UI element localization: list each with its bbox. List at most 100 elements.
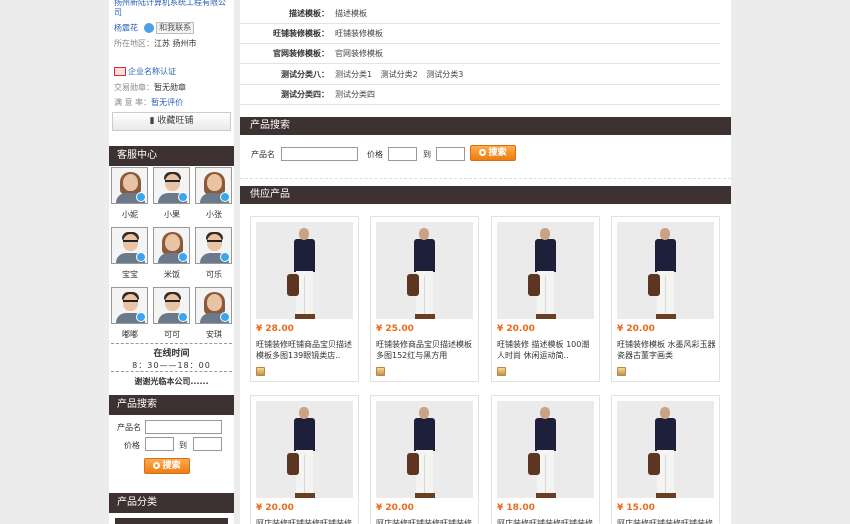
glasses-shape: [123, 300, 138, 304]
product-card[interactable]: ¥ 20.00 旺铺装修模板 水墨风彩玉器瓷器古董字画类: [611, 216, 720, 382]
attribute-value[interactable]: 描述模板: [335, 4, 367, 24]
chat-bubble-icon[interactable]: [178, 312, 188, 322]
agent-avatar[interactable]: [153, 167, 190, 204]
glasses-shape: [123, 240, 138, 244]
region-row: 所在地区：江苏 扬州市: [114, 38, 197, 49]
attribute-row: 旺铺装修模板： 旺铺装修模板: [240, 24, 720, 44]
left-price-min-input[interactable]: [145, 437, 174, 451]
agent-card[interactable]: 可可: [153, 287, 191, 342]
attribute-row: 测试分类四： 测试分类四: [240, 85, 720, 105]
product-card[interactable]: ¥ 18.00 阿店装修旺铺装修旺铺装修: [491, 395, 600, 524]
product-card[interactable]: ¥ 25.00 旺铺装修商品宝贝描述模板多图152红与黑方用: [370, 216, 479, 382]
agent-avatar[interactable]: [111, 167, 148, 204]
agent-card[interactable]: 可乐: [195, 227, 233, 282]
trade-label: 交易勋章：: [114, 83, 154, 92]
online-time-value: 8：30——18：00: [132, 361, 211, 370]
trust-badge-icon: [376, 367, 385, 376]
product-card[interactable]: ¥ 15.00 阿店装修旺铺装修旺铺装修: [611, 395, 720, 524]
product-image[interactable]: [256, 222, 353, 319]
right-product-name-input[interactable]: [281, 147, 358, 161]
product-title-link[interactable]: 阿店装修旺铺装修旺铺装修: [617, 518, 716, 524]
product-category-title: 产品分类: [117, 497, 157, 508]
attribute-key: 官网装修模板：: [273, 49, 329, 58]
product-title-link[interactable]: 阿店装修旺铺装修旺铺装修: [256, 518, 355, 524]
chat-bubble-icon[interactable]: [220, 192, 230, 202]
agent-avatar[interactable]: [195, 167, 232, 204]
bag-shape: [287, 274, 299, 296]
agent-avatar[interactable]: [153, 287, 190, 324]
agent-avatar[interactable]: [111, 287, 148, 324]
pants-gap-shape: [665, 276, 666, 315]
face-shape: [123, 174, 138, 191]
agent-avatar[interactable]: [111, 227, 148, 264]
product-title-link[interactable]: 阿店装修旺铺装修旺铺装修: [376, 518, 475, 524]
attribute-key: 旺铺装修模板：: [273, 29, 329, 38]
right-price-min-input[interactable]: [388, 147, 417, 161]
product-image[interactable]: [497, 401, 594, 498]
agent-card[interactable]: 小张: [195, 167, 233, 222]
cert-row[interactable]: 企业名称认证: [114, 66, 176, 77]
search-icon: [479, 149, 487, 156]
agent-card[interactable]: 小妮: [111, 167, 149, 222]
chat-bubble-icon[interactable]: [178, 252, 188, 262]
product-title-link[interactable]: 旺铺装修 描述模板 100潮人时尚 休闲运动简..: [497, 339, 596, 361]
agent-card[interactable]: 米饭: [153, 227, 191, 282]
chat-bubble-icon[interactable]: [136, 312, 146, 322]
product-image[interactable]: [256, 401, 353, 498]
agent-card[interactable]: 宝宝: [111, 227, 149, 282]
left-product-name-input[interactable]: [145, 420, 222, 434]
pants-gap-shape: [665, 455, 666, 494]
agent-card[interactable]: 安琪: [195, 287, 233, 342]
bag-shape: [287, 453, 299, 475]
product-card[interactable]: ¥ 20.00 阿店装修旺铺装修旺铺装修: [370, 395, 479, 524]
pants-gap-shape: [545, 276, 546, 315]
favorite-shop-button[interactable]: ▮ 收藏旺铺: [112, 112, 231, 131]
attribute-value[interactable]: 官网装修模板: [335, 44, 383, 64]
product-card[interactable]: ¥ 20.00 旺铺装修 描述模板 100潮人时尚 休闲运动简..: [491, 216, 600, 382]
attribute-value[interactable]: 测试分类1 测试分类2 测试分类3: [335, 65, 463, 85]
product-title-link[interactable]: 旺铺装修旺铺商品宝贝描述模板多图139眼镜类店..: [256, 339, 355, 361]
agent-name: 小张: [206, 210, 222, 219]
agent-card[interactable]: 嘟嘟: [111, 287, 149, 342]
product-image[interactable]: [497, 222, 594, 319]
product-card[interactable]: ¥ 20.00 阿店装修旺铺装修旺铺装修: [250, 395, 359, 524]
chat-bubble-icon[interactable]: [220, 312, 230, 322]
right-search-button[interactable]: 搜索: [470, 145, 516, 161]
agent-avatar[interactable]: [153, 227, 190, 264]
bookmark-icon: ▮: [149, 116, 155, 126]
chat-bubble-icon[interactable]: [220, 252, 230, 262]
product-card[interactable]: ¥ 28.00 旺铺装修旺铺商品宝贝描述模板多图139眼镜类店..: [250, 216, 359, 382]
category-item[interactable]: [115, 518, 228, 524]
chat-bubble-icon[interactable]: [136, 192, 146, 202]
chat-bubble-icon[interactable]: [136, 252, 146, 262]
left-price-max-input[interactable]: [193, 437, 222, 451]
chat-icon[interactable]: [143, 23, 154, 33]
right-price-max-input[interactable]: [436, 147, 465, 161]
agent-avatar[interactable]: [195, 287, 232, 324]
thanks-text: 谢谢光临本公司......: [134, 377, 209, 386]
contact-me-button[interactable]: 和我联系: [156, 22, 195, 34]
product-title-link[interactable]: 阿店装修旺铺装修旺铺装修: [497, 518, 596, 524]
product-image[interactable]: [617, 401, 714, 498]
contact-name[interactable]: 杨震花: [114, 24, 138, 33]
product-title-link[interactable]: 旺铺装修商品宝贝描述模板多图152红与黑方用: [376, 339, 475, 361]
attribute-value[interactable]: 旺铺装修模板: [335, 24, 383, 44]
product-image[interactable]: [376, 222, 473, 319]
product-image[interactable]: [376, 401, 473, 498]
bag-shape: [648, 274, 660, 296]
bag-shape: [648, 453, 660, 475]
agent-card[interactable]: 小果: [153, 167, 191, 222]
agent-avatar[interactable]: [195, 227, 232, 264]
jacket-shape: [655, 418, 676, 451]
company-name-link[interactable]: 扬州新陆计算机系统工程有限公司: [114, 0, 230, 18]
product-image[interactable]: [617, 222, 714, 319]
jacket-shape: [535, 418, 556, 451]
attribute-value[interactable]: 测试分类四: [335, 85, 375, 105]
chat-bubble-icon[interactable]: [178, 192, 188, 202]
favorite-shop-label: 收藏旺铺: [157, 116, 194, 126]
pants-gap-shape: [424, 276, 425, 315]
cert-label[interactable]: 企业名称认证: [128, 67, 176, 76]
left-search-button[interactable]: 搜索: [144, 458, 190, 474]
product-title-link[interactable]: 旺铺装修模板 水墨风彩玉器瓷器古董字画类: [617, 339, 716, 361]
bag-shape: [407, 274, 419, 296]
